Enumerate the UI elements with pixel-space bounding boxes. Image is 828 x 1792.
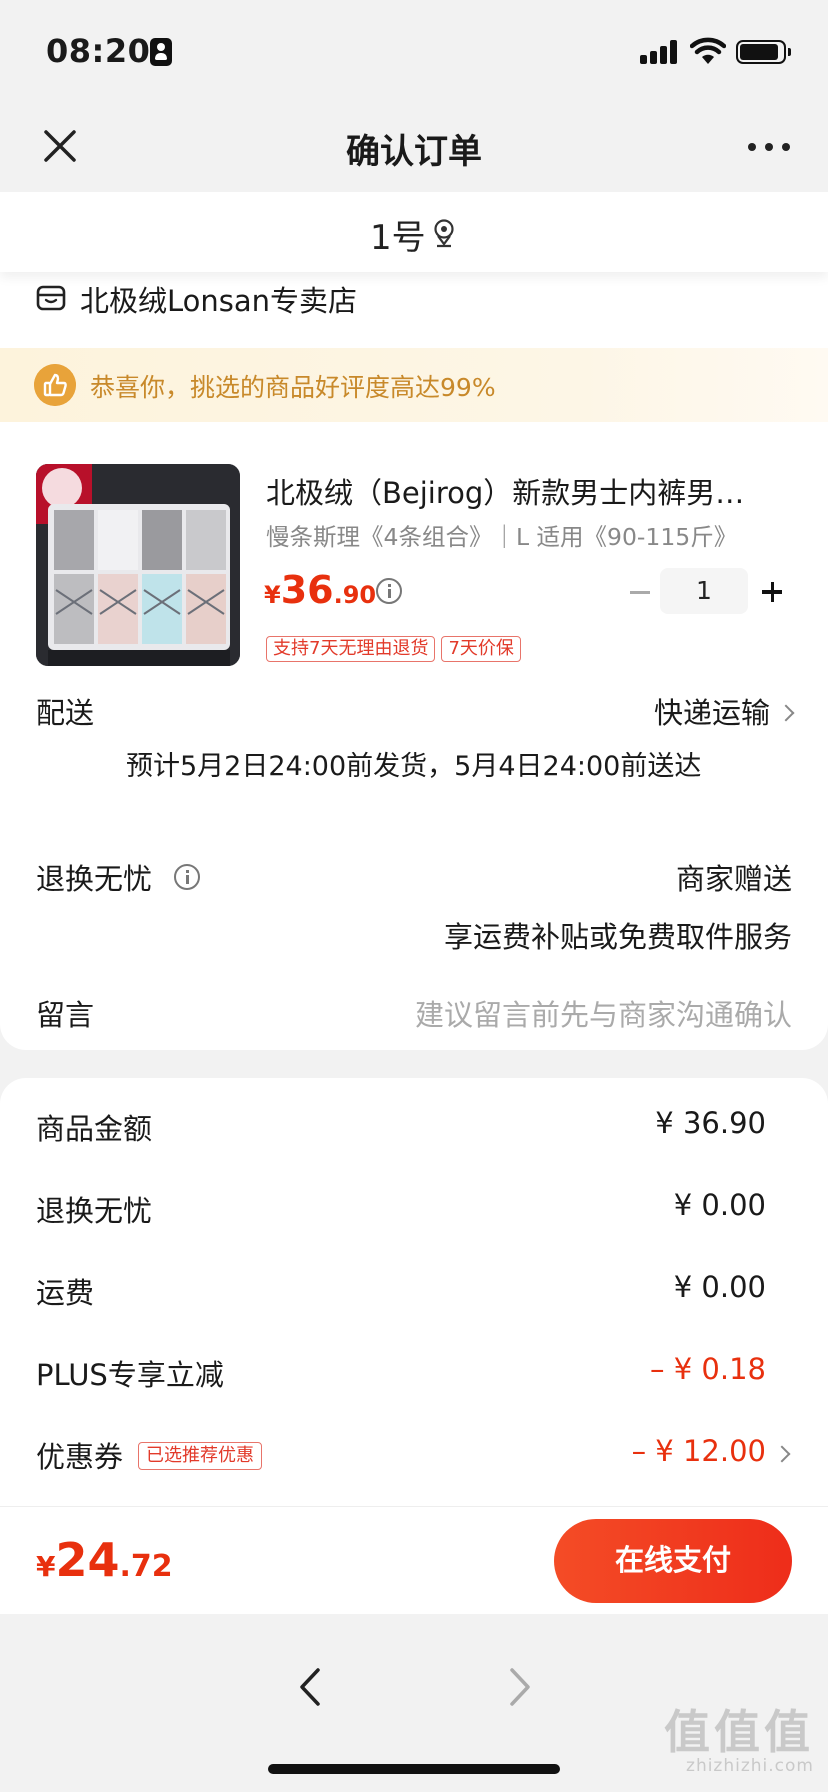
product-title[interactable]: 北极绒（Bejirog）新款男士内裤男…: [266, 470, 776, 512]
portrait-lock-icon: [150, 38, 172, 66]
store-icon: [36, 285, 66, 311]
price-currency: ¥: [264, 581, 281, 609]
pay-bar: ¥24.72 在线支付: [0, 1506, 828, 1614]
price-decimal: .90: [333, 581, 377, 609]
coupon-value[interactable]: – ¥ 12.00: [632, 1434, 766, 1468]
product-image[interactable]: [36, 464, 240, 666]
quantity-value[interactable]: 1: [660, 568, 748, 614]
tag-return-7day: 支持7天无理由退货: [266, 636, 436, 662]
total-currency: ¥: [36, 1550, 56, 1583]
home-indicator[interactable]: [268, 1764, 560, 1774]
chevron-right-icon[interactable]: [773, 1445, 791, 1463]
coupon-selected-tag: 已选推荐优惠: [138, 1442, 262, 1470]
watermark-url: zhizhizhi.com: [686, 1756, 814, 1776]
price-summary-card: 商品金额 ¥ 36.90 退换无忧 ¥ 0.00 运费 ¥ 0.00 PLUS专…: [0, 1078, 828, 1518]
return-info-icon[interactable]: [174, 864, 200, 890]
return-service-value: 商家赠送: [675, 862, 792, 896]
more-options-icon[interactable]: [744, 130, 794, 160]
goods-amount-label: 商品金额: [36, 1112, 153, 1146]
praise-text: 恭喜你，挑选的商品好评度高达99%: [90, 373, 496, 402]
price-info-icon[interactable]: [376, 578, 402, 604]
battery-icon: [736, 40, 791, 64]
total-price: ¥24.72: [36, 1533, 173, 1587]
watermark-logo: 值值值: [664, 1705, 814, 1759]
browser-nav-bar: 值值值 zhizhizhi.com: [0, 1614, 828, 1792]
back-arrow-icon[interactable]: [290, 1664, 330, 1710]
product-tags: 支持7天无理由退货 7天价保: [266, 636, 527, 662]
message-label: 留言: [36, 998, 95, 1032]
return-service-desc: 享运费补贴或免费取件服务: [443, 920, 792, 954]
return-fee-label: 退换无忧: [36, 1194, 153, 1228]
store-name: 北极绒Lonsan专卖店: [80, 284, 358, 318]
price-integer: 36: [280, 568, 334, 612]
forward-arrow-icon[interactable]: [500, 1664, 540, 1710]
plus-discount-value: – ¥ 0.18: [650, 1352, 766, 1386]
shipping-fee-value: ¥ 0.00: [673, 1270, 766, 1304]
tag-price-protect: 7天价保: [441, 636, 521, 662]
total-decimal: .72: [119, 1549, 173, 1584]
delivery-label: 配送: [36, 696, 95, 730]
watermark: 值值值 zhizhizhi.com: [664, 1708, 814, 1776]
address-label: 1号: [370, 218, 426, 258]
wifi-icon: [690, 37, 726, 64]
goods-amount-value: ¥ 36.90: [655, 1106, 766, 1140]
message-input[interactable]: 建议留言前先与商家沟通确认: [415, 992, 792, 1034]
coupon-label: 优惠券: [36, 1440, 124, 1474]
nav-bar: 确认订单: [0, 100, 828, 192]
shipping-fee-label: 运费: [36, 1276, 95, 1310]
chevron-right-icon: [777, 704, 795, 722]
order-confirm-screen: 08:20 确认订单 1号 北极绒Lonsan专卖店 恭喜你，挑选的商品好评度高…: [0, 0, 828, 1792]
quantity-increase-button[interactable]: [756, 572, 786, 612]
product-spec[interactable]: 慢条斯理《4条组合》｜L 适用《90-115斤》: [266, 518, 737, 552]
plus-discount-label: PLUS专享立减: [36, 1358, 224, 1392]
order-main-card: 1号 北极绒Lonsan专卖店 恭喜你，挑选的商品好评度高达99% 北极绒（Be…: [0, 192, 828, 1050]
return-fee-value: ¥ 0.00: [673, 1188, 766, 1222]
delivery-eta: 预计5月2日24:00前发货，5月4日24:00前送达: [126, 751, 702, 782]
status-time: 08:20: [46, 32, 151, 70]
total-integer: 24: [55, 1533, 120, 1587]
return-service-label: 退换无忧: [36, 862, 153, 896]
cellular-signal-icon: [640, 40, 678, 64]
quantity-decrease-button[interactable]: [624, 572, 654, 612]
pay-online-button[interactable]: 在线支付: [554, 1519, 792, 1603]
praise-banner: 恭喜你，挑选的商品好评度高达99%: [0, 348, 828, 422]
address-row[interactable]: 1号: [0, 192, 828, 272]
product-price: ¥36.90: [264, 568, 376, 612]
underwear-pack-illustration: [36, 464, 240, 666]
delivery-method[interactable]: 快递运输: [653, 690, 795, 732]
status-bar: 08:20: [0, 0, 828, 100]
page-title: 确认订单: [346, 132, 482, 172]
thumbs-up-icon: [34, 364, 76, 406]
location-pin-icon: [434, 219, 454, 248]
delivery-method-text: 快递运输: [653, 696, 770, 730]
